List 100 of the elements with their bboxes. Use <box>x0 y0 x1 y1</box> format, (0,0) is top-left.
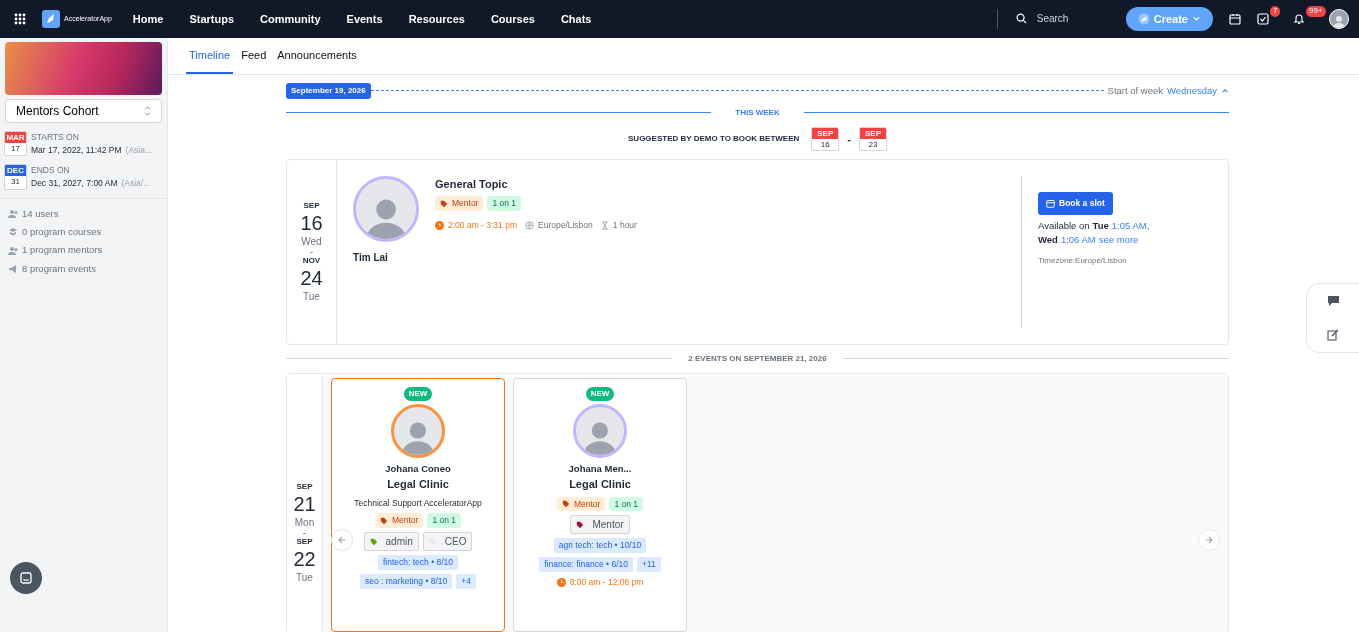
speech-bubble-icon <box>1326 294 1340 307</box>
bell-icon <box>1293 12 1305 25</box>
rocket-logo-icon <box>42 9 60 28</box>
chat-icon <box>19 571 33 585</box>
time-link[interactable]: 1:06 AM <box>1060 232 1096 248</box>
date-marker: September 19, 2026 <box>286 82 371 99</box>
people-icon <box>8 209 18 220</box>
tab[interactable]: Timeline <box>186 37 234 75</box>
arrow-icon <box>1204 534 1214 545</box>
day-number: 22 <box>293 547 316 570</box>
host-name: Tim Lai <box>353 250 388 265</box>
new-badge: NEW <box>585 386 615 401</box>
person-silhouette-icon <box>1332 13 1346 28</box>
apps-menu-button[interactable] <box>14 12 26 25</box>
rocket-icon <box>1137 12 1150 25</box>
tasks-button[interactable] <box>1257 12 1269 25</box>
date-value: Dec 31, 2027, 7:00 AM <box>31 177 118 190</box>
skill-tag: agri tech: tech • 10/10 <box>553 538 647 554</box>
weekday-label: Wed <box>1038 232 1058 247</box>
tag: 1 on 1 <box>487 196 522 212</box>
tab[interactable]: Feed <box>238 37 270 75</box>
day-number: 16 <box>300 211 323 234</box>
event-card[interactable]: NEW Johana Coneo Legal Clinic Technical Support AcceleratorApp Mentor 1 on 1 admin CEO fintech: tech • 8/10 seo : marketing • 8/10 +4 <box>331 377 505 632</box>
chat-launcher-button[interactable] <box>10 562 42 594</box>
megaphone-icon <box>8 263 18 274</box>
skill-tag: finance: finance • 6/10 <box>539 557 633 572</box>
range-separator: - <box>847 131 851 147</box>
date-label: ENDS ON <box>31 164 71 178</box>
calendar-icon <box>1229 12 1241 25</box>
mentor-name: Johana Men... <box>568 461 632 476</box>
clock-icon <box>435 221 444 231</box>
skill-tag: seo : marketing • 8/10 <box>359 573 453 589</box>
tab[interactable]: Announcements <box>274 37 360 75</box>
day-number: 17 <box>10 142 21 154</box>
role-tag: admin <box>363 532 419 552</box>
organization-text: Technical Support AcceleratorApp <box>354 496 482 510</box>
calendar-icon <box>1046 198 1055 208</box>
stat-text: 14 users <box>22 206 59 221</box>
count-badge: 99+ <box>1306 5 1326 17</box>
tag: 1 on 1 <box>427 513 462 529</box>
nav-link[interactable]: Events <box>333 10 396 28</box>
edit-icon <box>1327 328 1339 341</box>
tag-icon <box>440 199 448 208</box>
timezone-text: Europe/Lisbon <box>538 219 593 232</box>
month-label: NOV <box>302 254 321 267</box>
time-link[interactable]: see more <box>1098 232 1139 248</box>
sort-chevrons-icon <box>144 105 151 116</box>
stack-icon <box>8 227 18 238</box>
day-number: 21 <box>293 492 316 515</box>
weekday-label: Tue <box>296 570 313 585</box>
week-start-dropdown[interactable]: Wednesday <box>1167 83 1229 99</box>
mentor-name: Johana Coneo <box>385 461 451 476</box>
event-card[interactable]: NEW Johana Men... Legal Clinic Mentor 1 on 1 Mentor agri tech: tech • 10/10 finance: finance • 6/10 +11 8:00 am - 12:06 pm <box>513 377 687 632</box>
notifications-button[interactable] <box>1293 12 1305 25</box>
globe-icon <box>525 221 534 231</box>
weekday-label: Mon <box>294 515 315 530</box>
chevron-down-icon <box>1192 14 1201 24</box>
count-badge: 7 <box>1270 5 1281 17</box>
search-field[interactable]: Search <box>1034 10 1115 28</box>
weekday-label: Tue <box>1092 218 1109 233</box>
stat-text: 1 program mentors <box>22 243 103 258</box>
grid-icon <box>14 12 26 25</box>
range-separator: - <box>309 248 314 255</box>
nav-link[interactable]: Chats <box>547 10 605 28</box>
week-start-label: Start of week <box>1107 83 1163 98</box>
skill-tag: +11 <box>637 557 661 572</box>
user-avatar[interactable] <box>1329 8 1349 29</box>
nav-link[interactable]: Home <box>119 10 177 28</box>
event-time: 8:00 am - 12:06 pm <box>569 575 644 589</box>
nav-link[interactable]: Community <box>247 10 334 28</box>
checkbox-icon <box>1257 12 1269 25</box>
chevron-up-icon <box>1221 86 1229 95</box>
calendar-date: SEP 23 <box>858 126 887 151</box>
edit-button[interactable] <box>1327 328 1339 341</box>
cohort-select[interactable]: Mentors Cohort <box>5 98 162 123</box>
date-label: STARTS ON <box>31 130 80 144</box>
new-badge: NEW <box>403 386 433 401</box>
book-slot-button[interactable]: Book a slot <box>1038 191 1113 215</box>
nav-link[interactable]: Resources <box>395 10 478 28</box>
calendar-button[interactable] <box>1229 12 1241 25</box>
month-label: SEP <box>296 535 313 548</box>
day-divider-text: 2 EVENTS ON SEPTEMBER 21, 2026 <box>688 352 827 365</box>
event-title: Legal Clinic <box>569 477 631 493</box>
day-number: 24 <box>300 266 323 289</box>
hourglass-icon <box>600 221 609 231</box>
date-value: Mar 17, 2022, 11:42 PM <box>31 143 122 157</box>
nav-link[interactable]: Courses <box>477 10 548 28</box>
month-label: DEC <box>5 165 26 177</box>
comments-button[interactable] <box>1326 294 1340 307</box>
event-title: Legal Clinic <box>387 477 449 493</box>
tag: Mentor <box>374 513 424 529</box>
month-label: MAR <box>5 131 26 143</box>
availability-text: Available on <box>1038 218 1090 233</box>
nav-link[interactable]: Startups <box>176 10 248 28</box>
role-tag: CEO <box>422 532 473 552</box>
day-number: 31 <box>10 176 21 188</box>
duration-text: 1 hour <box>612 219 637 232</box>
time-link[interactable]: 1:05 AM, <box>1111 218 1150 233</box>
skill-tag: +4 <box>456 573 477 589</box>
weekday-label: Tue <box>303 289 320 304</box>
